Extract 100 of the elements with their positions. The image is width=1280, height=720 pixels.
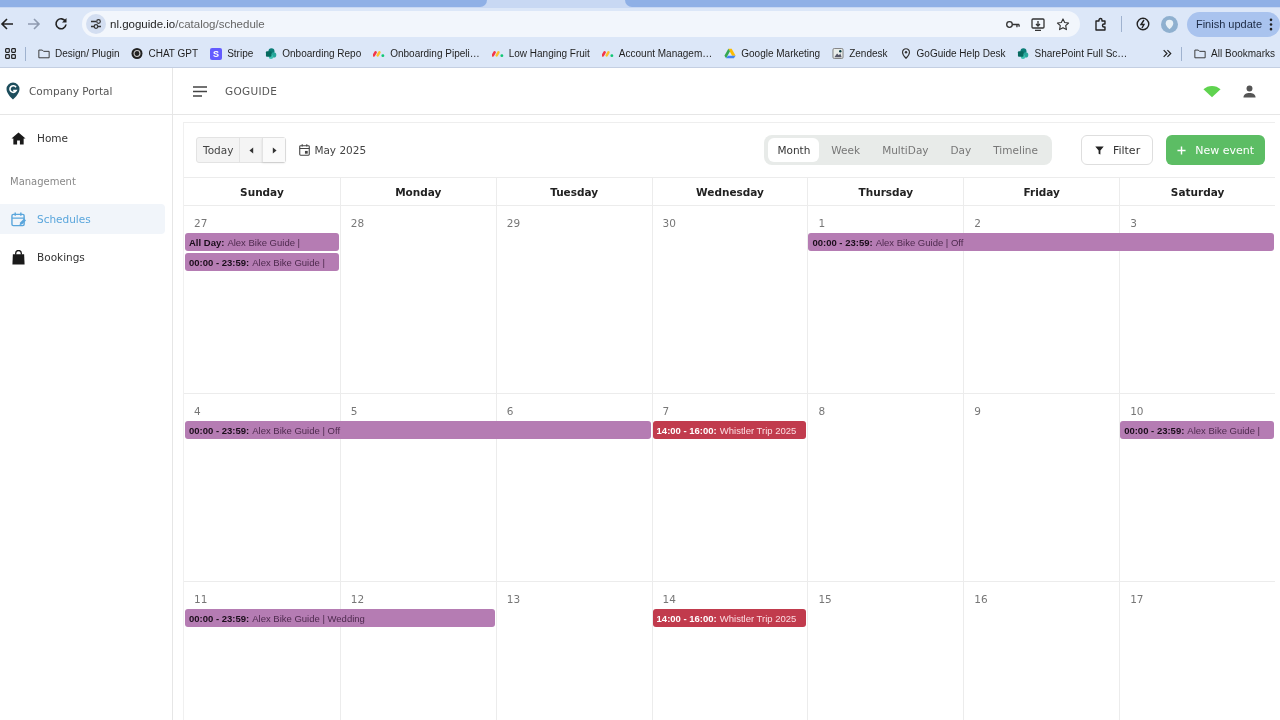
filter-icon [1094,145,1104,155]
stripes-icon [491,48,504,59]
double-chevron-icon[interactable] [1162,49,1173,58]
folder-icon [38,48,50,59]
day-number: 7 [662,405,670,417]
lightning-icon[interactable] [1136,17,1150,31]
image-tile-icon [832,48,845,59]
bookmark-link[interactable]: SharePoint Full Sc… [1017,48,1128,59]
event-bar[interactable]: 00:00 - 23:59: Alex Bike Guide | Off [185,421,651,439]
app-title: GOGUIDE [225,85,278,97]
back-button[interactable] [0,17,14,31]
bookmark-link[interactable]: Zendesk [832,48,888,59]
event-bar[interactable]: 00:00 - 23:59: Alex Bike Guide | [185,253,339,271]
ring-icon [131,48,144,59]
day-number: 16 [974,593,988,605]
bookmark-link[interactable]: CHAT GPT [131,48,199,59]
calendar-edit-icon [11,211,26,227]
event-bar[interactable]: 00:00 - 23:59: Alex Bike Guide | Off [808,233,1274,251]
url-text: nl.goguide.io/catalog/schedule [110,18,265,30]
letter-badge: S [210,47,223,60]
day-number: 3 [1130,217,1137,229]
bookmark-link[interactable]: Account Managem… [601,48,713,59]
day-number: 9 [974,405,981,417]
weekday-header: Tuesday [550,185,599,198]
bookmark-link[interactable]: Low Hanging Fruit [491,48,590,59]
day-number: 17 [1130,593,1144,605]
weekday-header: Wednesday [696,185,764,198]
bookmark-link[interactable]: Google Marketing [724,48,821,59]
forward-arrow-icon [27,17,41,31]
day-number: 4 [194,405,201,417]
install-icon[interactable] [1031,17,1046,31]
day-number: 5 [350,405,358,417]
wifi-icon [1203,84,1221,98]
dot-cluster-icon [265,48,278,59]
view-tab[interactable]: Day [940,138,982,162]
event-bar[interactable]: 00:00 - 23:59: Alex Bike Guide | Wedding [185,609,495,627]
site-settings-icon [86,14,106,34]
day-number: 2 [974,217,981,229]
weekday-header: Saturday [1170,185,1225,198]
finish-update-button[interactable]: Finish update [1186,11,1280,37]
day-number: 8 [818,405,826,417]
pin-icon [899,48,912,59]
event-bar[interactable]: 00:00 - 23:59: Alex Bike Guide | [1120,421,1274,439]
day-number: 28 [350,217,365,229]
event-bar[interactable]: 14:00 - 16:00: Whistler Trip 2025 [652,421,807,439]
caret-right-icon [271,146,277,154]
reload-button[interactable] [54,17,68,31]
apps-grid-icon[interactable] [5,48,16,59]
plus-icon [1177,145,1187,155]
day-number: 11 [194,593,208,605]
weekday-header: Monday [395,185,442,198]
back-arrow-icon [0,17,14,31]
day-number: 15 [818,593,832,605]
home-icon [11,130,26,146]
stripes-icon [373,48,386,59]
day-number: 1 [818,217,826,229]
pin-logo-icon [6,82,20,100]
folder-icon [1194,48,1207,59]
bookmark-link[interactable]: S Stripe [210,47,254,60]
section-heading: Management [9,174,77,189]
triangle-icon [724,48,737,59]
weekday-header: Sunday [240,185,284,198]
weekday-header: Thursday [858,185,914,198]
day-number: 13 [506,593,521,605]
day-number: 27 [194,217,208,229]
weekday-header: Friday [1023,185,1060,198]
view-tab[interactable]: Week [821,138,871,162]
dot-cluster-icon [1017,48,1030,59]
view-tab[interactable]: MultiDay [872,138,939,162]
calendar-icon [299,144,311,156]
day-number: 6 [506,405,514,417]
bookmark-link[interactable]: GoGuide Help Desk [899,48,1006,59]
filter-button[interactable]: Filter [1080,135,1154,165]
reload-icon [54,17,68,31]
shopping-bag-icon [11,249,26,265]
view-tab[interactable]: Timeline [983,138,1048,162]
sidebar-item[interactable]: Home [0,123,165,153]
bookmark-link[interactable]: Design/ Plugin [38,48,120,59]
bookmark-link[interactable]: Onboarding Repo [265,48,362,59]
sidebar-item[interactable]: Bookings [0,242,165,272]
person-icon[interactable] [1243,84,1256,98]
period-label: May 2025 [314,144,367,156]
address-bar[interactable]: nl.goguide.io/catalog/schedule [82,11,1081,37]
event-bar[interactable]: 14:00 - 16:00: Whistler Trip 2025 [652,609,807,627]
stripes-icon [601,48,614,59]
puzzle-icon[interactable] [1094,17,1108,31]
bookmark-link[interactable]: Onboarding Pipeli… [373,48,480,59]
day-number: 29 [506,217,521,229]
brand-name: Company Portal [29,85,113,97]
day-number: 14 [662,593,676,605]
more-vertical-icon [1269,17,1273,31]
event-bar[interactable]: All Day: Alex Bike Guide | [185,233,339,251]
view-tab[interactable]: Month [768,138,820,162]
menu-icon[interactable] [193,85,207,97]
day-number: 12 [350,593,365,605]
day-number: 30 [662,217,676,229]
bookmark-link[interactable]: All Bookmarks [1194,48,1275,59]
caret-left-icon [248,146,254,154]
day-number: 10 [1130,405,1144,417]
star-icon[interactable] [1056,17,1071,31]
